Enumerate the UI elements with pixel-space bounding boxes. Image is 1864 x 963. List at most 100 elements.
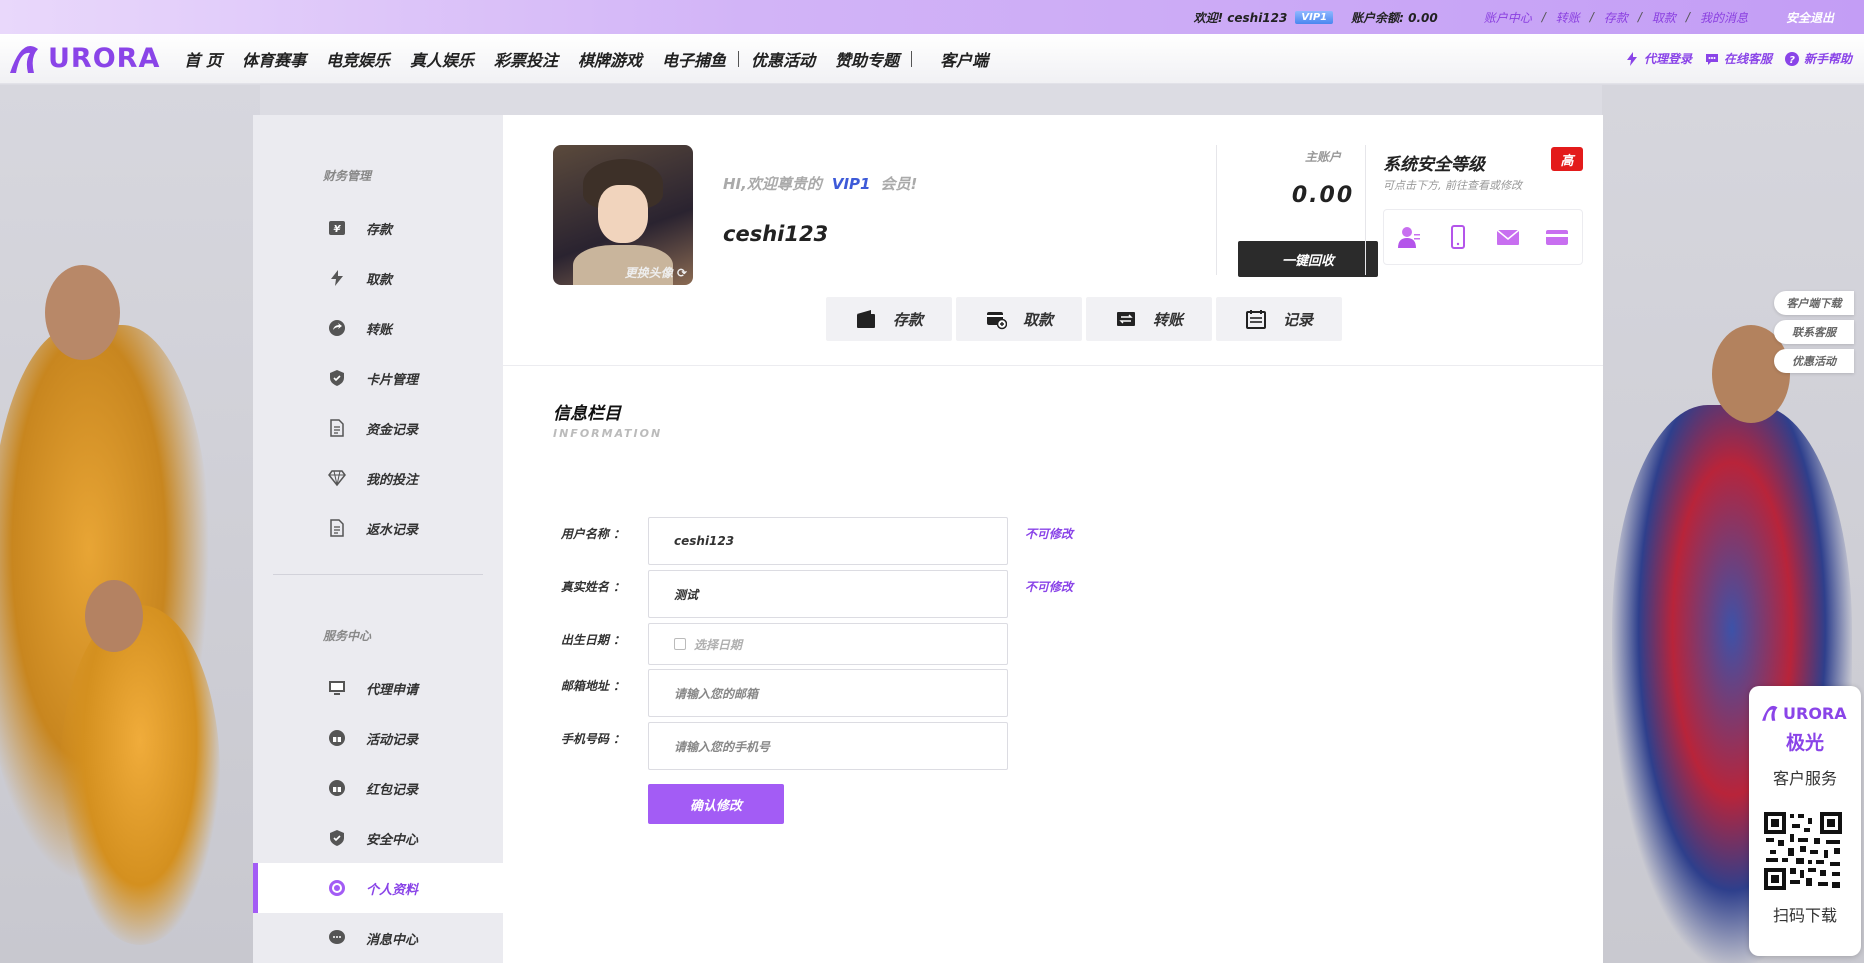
nav-promotions[interactable]: 优惠活动: [751, 47, 815, 71]
nav-divider: [738, 50, 740, 67]
phone-label: 手机号码 ：: [560, 732, 625, 746]
sidebar-item-rebate-records[interactable]: 返水记录: [253, 503, 503, 553]
nav-live-casino[interactable]: 真人娱乐: [410, 47, 474, 71]
shield-icon: [330, 370, 344, 386]
nav-chess-cards[interactable]: 棋牌游戏: [578, 47, 642, 71]
sidebar-item-message-center[interactable]: 消息中心: [253, 913, 503, 963]
transfer-button[interactable]: 转账: [1086, 297, 1212, 341]
target-icon: [329, 880, 345, 896]
email-field[interactable]: 请输入您的邮箱: [648, 669, 1008, 717]
lightning-icon: [1626, 51, 1637, 66]
card-icon[interactable]: [1544, 224, 1570, 250]
withdraw-button[interactable]: 取款: [956, 297, 1082, 341]
birthdate-picker[interactable]: 选择日期: [648, 623, 1008, 665]
nav-right-links: 代理登录 在线客服 ? 新手帮助: [1612, 50, 1852, 67]
calendar-list-icon: [1245, 310, 1266, 329]
divider: [1216, 145, 1217, 275]
security-hint: 可点击下方, 前往查看或修改: [1383, 179, 1522, 192]
user-icon[interactable]: [1396, 224, 1422, 250]
records-button[interactable]: 记录: [1216, 297, 1342, 341]
nav-fishing[interactable]: 电子捕鱼: [662, 47, 726, 71]
qr-download-panel[interactable]: URORA 极光 客户服务 扫码下载: [1749, 686, 1861, 956]
separator: /: [1589, 10, 1594, 24]
shield-icon: [330, 830, 344, 846]
my-messages-link[interactable]: 我的消息: [1700, 9, 1748, 26]
player-head-2: [85, 580, 143, 652]
qr-service-label: 客户服务: [1772, 769, 1837, 788]
logo-a-icon: [10, 45, 38, 73]
nav-client[interactable]: 客户端: [940, 47, 988, 71]
logout-link[interactable]: 安全退出: [1786, 9, 1834, 26]
nav-sports[interactable]: 体育赛事: [242, 47, 306, 71]
float-contact-service[interactable]: 联系客服: [1774, 320, 1854, 344]
sidebar-item-label: 返水记录: [366, 522, 419, 538]
qr-panel-logo: URORA: [1761, 704, 1847, 723]
avatar[interactable]: 更换头像 ⟳: [553, 145, 693, 285]
document-icon: [330, 519, 344, 537]
mail-icon[interactable]: [1495, 224, 1521, 250]
sidebar-item-fund-records[interactable]: 资金记录: [253, 403, 503, 453]
player-head: [45, 265, 120, 360]
online-service-link[interactable]: 在线客服: [1704, 50, 1772, 67]
transfer-link[interactable]: 转账: [1556, 9, 1580, 26]
transfer-label: 转账: [1152, 310, 1183, 329]
phone-icon[interactable]: [1445, 224, 1471, 250]
agent-login-link[interactable]: 代理登录: [1624, 50, 1692, 67]
diamond-icon: [328, 470, 346, 487]
change-avatar-button[interactable]: 更换头像 ⟳: [625, 264, 687, 281]
vip-badge: VIP1: [1295, 10, 1334, 24]
nav-lottery[interactable]: 彩票投注: [494, 47, 558, 71]
real-name-not-editable-note: 不可修改: [1025, 580, 1074, 594]
nav-divider: [911, 50, 913, 67]
sidebar-item-agent-apply[interactable]: 代理申请: [253, 663, 503, 713]
welcome-prefix: HI,欢迎尊贵的: [723, 175, 822, 193]
refresh-icon: ⟳: [676, 266, 687, 280]
logo[interactable]: URORA: [8, 43, 160, 75]
one-click-recover-button[interactable]: 一键回收: [1238, 241, 1378, 277]
chat-icon: [1705, 53, 1718, 65]
security-icons: [1383, 209, 1583, 265]
separator: /: [1685, 10, 1690, 24]
qr-logo-text: URORA: [1783, 704, 1847, 723]
deposit-button[interactable]: 存款: [826, 297, 952, 341]
float-promotions[interactable]: 优惠活动: [1774, 349, 1854, 373]
sidebar-item-transfer[interactable]: 转账: [253, 303, 503, 353]
logo-text: URORA: [48, 43, 161, 74]
sidebar-item-my-bets[interactable]: 我的投注: [253, 453, 503, 503]
sidebar-item-card-management[interactable]: 卡片管理: [253, 353, 503, 403]
sidebar-item-label: 安全中心: [366, 832, 419, 848]
phone-field[interactable]: 请输入您的手机号: [648, 722, 1008, 770]
sidebar: 财务管理 ¥ 存款 取款 转账 卡片管理 资金记录 我的投注 返水记录 服务中心…: [253, 115, 503, 963]
change-avatar-label: 更换头像: [624, 266, 673, 280]
username-label: 用户名称 ：: [560, 527, 625, 541]
birthdate-placeholder: 选择日期: [694, 637, 743, 652]
deposit-link[interactable]: 存款: [1604, 9, 1628, 26]
sidebar-item-withdraw[interactable]: 取款: [253, 253, 503, 303]
sidebar-item-activity-records[interactable]: 活动记录: [253, 713, 503, 763]
sidebar-item-label: 个人资料: [366, 882, 419, 898]
sidebar-item-security-center[interactable]: 安全中心: [253, 813, 503, 863]
sidebar-item-label: 我的投注: [366, 472, 419, 488]
arrow-circle-icon: [329, 320, 345, 336]
help-link[interactable]: ? 新手帮助: [1784, 50, 1852, 67]
username-field[interactable]: ceshi123: [648, 517, 1008, 565]
main-account-amount: 0.00: [1291, 183, 1355, 208]
security-level-title: 系统安全等级: [1383, 155, 1485, 175]
sidebar-item-profile[interactable]: 个人资料: [253, 863, 503, 913]
sidebar-item-red-packet-records[interactable]: 红包记录: [253, 763, 503, 813]
confirm-edit-button[interactable]: 确认修改: [648, 784, 784, 824]
document-icon: [330, 419, 344, 437]
nav-home[interactable]: 首 页: [184, 47, 222, 71]
yen-wallet-icon: ¥: [329, 221, 345, 235]
nav-sponsorship[interactable]: 赞助专题: [835, 47, 899, 71]
account-center-link[interactable]: 账户中心: [1484, 9, 1532, 26]
withdraw-link[interactable]: 取款: [1652, 9, 1676, 26]
sidebar-item-deposit[interactable]: ¥ 存款: [253, 203, 503, 253]
real-name-label: 真实姓名 ：: [560, 580, 625, 594]
nav-esports[interactable]: 电竞娱乐: [326, 47, 390, 71]
real-name-field[interactable]: 测试: [648, 570, 1008, 618]
service-section-title: 服务中心: [323, 629, 372, 643]
float-client-download[interactable]: 客户端下载: [1774, 291, 1854, 315]
divider: [1365, 145, 1366, 275]
agent-login-label: 代理登录: [1643, 52, 1692, 66]
